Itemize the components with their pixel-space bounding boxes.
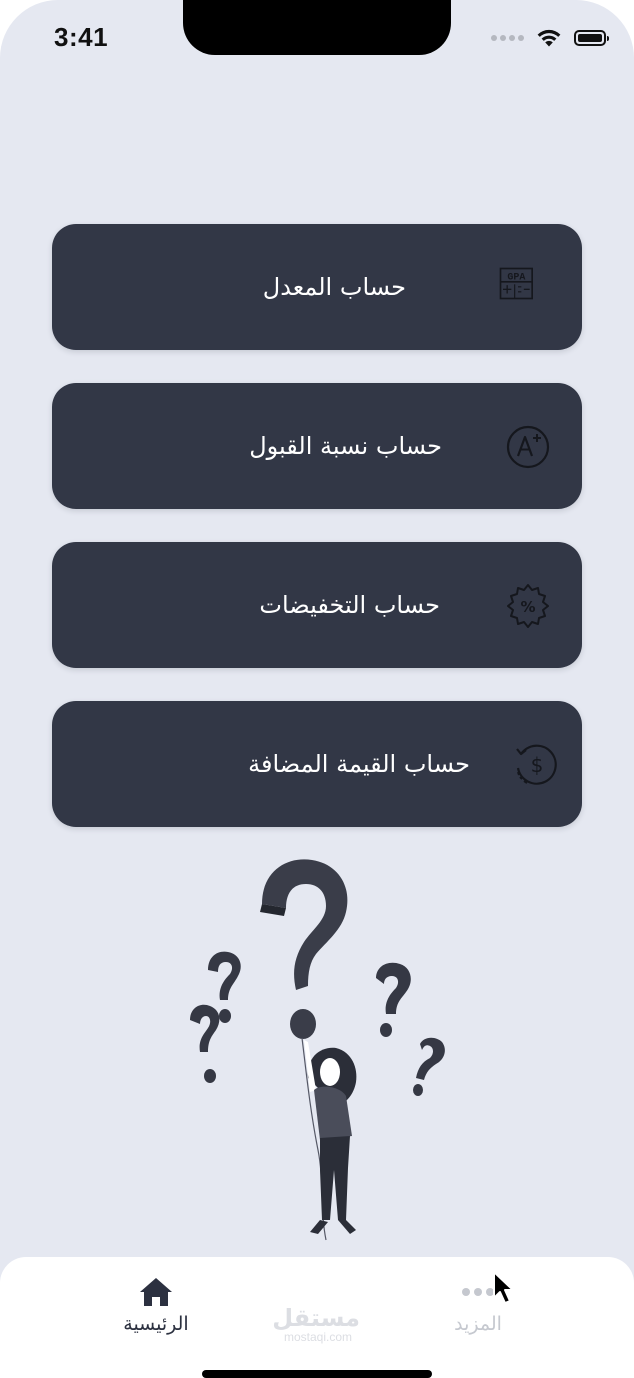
tab-home-label: الرئيسية [123, 1313, 189, 1335]
tab-home[interactable]: الرئيسية [76, 1257, 236, 1357]
card-label: حساب المعدل [262, 273, 406, 301]
calculator-menu: حساب المعدل GPA حساب نسبة القبول حساب ال… [52, 224, 582, 860]
dollar-refresh-icon: $ [516, 744, 557, 785]
watermark-text: مستقل [272, 1304, 360, 1332]
card-label: حساب التخفيضات [259, 591, 440, 619]
admission-rate-button[interactable]: حساب نسبة القبول [52, 383, 582, 509]
gpa-calculator-button[interactable]: حساب المعدل GPA [52, 224, 582, 350]
question-marks-illustration [190, 859, 445, 1241]
vat-calculator-button[interactable]: حساب القيمة المضافة $ [52, 701, 582, 827]
home-icon [140, 1278, 172, 1306]
status-icons [491, 28, 609, 48]
battery-icon [574, 30, 609, 46]
tab-more-label: المزيد [454, 1313, 502, 1335]
cellular-signal-icon [491, 35, 524, 41]
wifi-icon [537, 29, 561, 47]
gpa-icon-text: GPA [507, 272, 525, 283]
discount-percent-badge-icon: % [507, 584, 549, 628]
discounts-button[interactable]: حساب التخفيضات % [52, 542, 582, 668]
device-notch [183, 0, 451, 55]
status-time: 3:41 [54, 22, 109, 52]
home-indicator [202, 1370, 432, 1378]
app-screen: 3:41 حساب المعدل GPA حساب نسبة القبول حس… [0, 0, 634, 1378]
watermark-url: mostaqi.com [283, 1330, 353, 1344]
mouse-pointer-icon [493, 1271, 514, 1304]
mostaql-watermark: مستقل mostaqi.com [272, 1304, 360, 1344]
tab-more[interactable]: المزيد [398, 1257, 558, 1357]
svg-text:$: $ [531, 753, 544, 777]
svg-text:%: % [520, 598, 535, 616]
gpa-calculator-icon: GPA [499, 267, 533, 300]
card-label: حساب نسبة القبول [249, 432, 442, 460]
a-plus-grade-icon [506, 425, 550, 469]
card-label: حساب القيمة المضافة [248, 750, 470, 778]
